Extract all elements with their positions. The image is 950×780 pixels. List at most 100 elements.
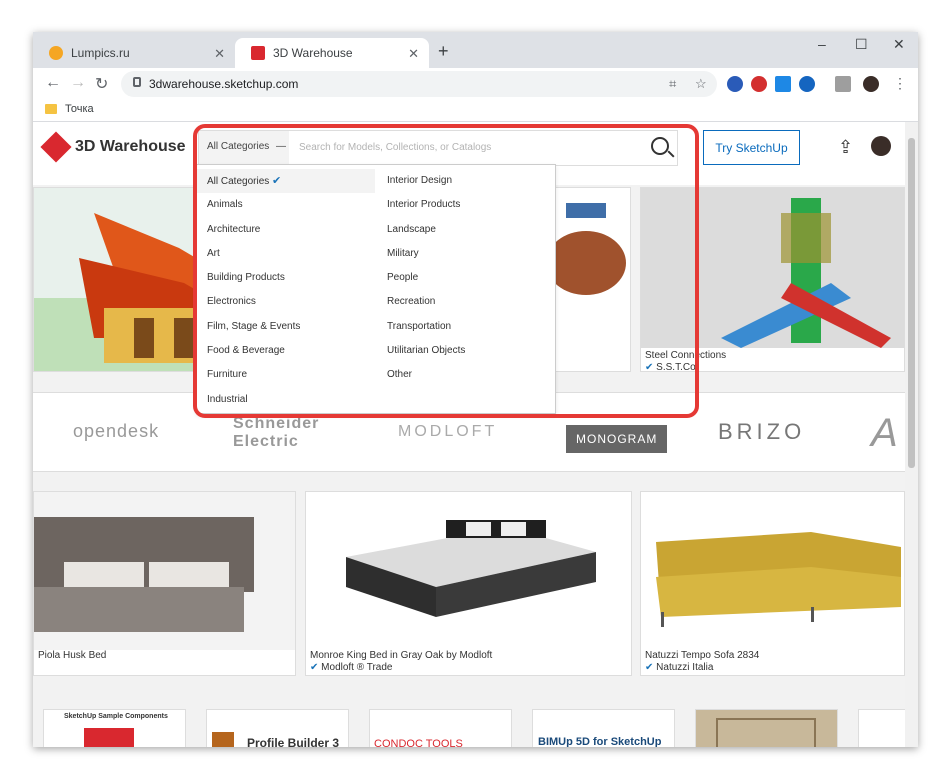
card-title[interactable]: Monroe King Bed in Gray Oak by Modloft [310, 650, 492, 661]
category-interior-products[interactable]: Interior Products [377, 193, 555, 217]
thumb-label: Profile Builder 3 [247, 736, 340, 747]
featured-card-partial[interactable] [556, 187, 631, 372]
reading-list-icon[interactable] [835, 76, 851, 92]
minimize-button[interactable]: – [818, 36, 826, 52]
collection-thumb-condoc[interactable]: CONDOC TOOLS [369, 709, 512, 747]
card-author[interactable]: ✔ Modloft ® Trade [310, 662, 392, 673]
profile-avatar[interactable] [863, 76, 879, 92]
thumb-label: BIMUp 5D for SketchUp [538, 736, 662, 747]
featured-card-steel[interactable]: Steel Connections ✔ S.S.T.Co [640, 187, 905, 372]
extension-play-icon[interactable] [775, 76, 791, 92]
url-text: 3dwarehouse.sketchup.com [149, 77, 299, 91]
card-title[interactable]: Steel Connections [645, 350, 726, 361]
collection-thumb-sample-components[interactable]: SketchUp Sample Components [43, 709, 186, 747]
collection-thumb-framing[interactable] [695, 709, 838, 747]
category-transportation[interactable]: Transportation [377, 315, 555, 339]
translate-icon[interactable]: ⌗ [669, 76, 676, 92]
category-utilitarian-objects[interactable]: Utilitarian Objects [377, 339, 555, 363]
maximize-button[interactable]: ☐ [855, 36, 868, 53]
tab-strip: Lumpics.ru ✕ 3D Warehouse ✕ + – ☐ ✕ [33, 32, 918, 68]
tab-title: Lumpics.ru [71, 46, 130, 60]
bed-image [34, 492, 295, 650]
card-title[interactable]: Piola Husk Bed [38, 650, 106, 661]
close-tab-icon[interactable]: ✕ [408, 46, 419, 62]
tab-lumpics[interactable]: Lumpics.ru ✕ [33, 38, 235, 68]
collection-thumb-profile-builder[interactable]: Profile Builder 3 [206, 709, 349, 747]
category-film-stage-events[interactable]: Film, Stage & Events [197, 315, 375, 339]
category-recreation[interactable]: Recreation [377, 290, 555, 314]
brand-schneider[interactable]: Schneider Electric [233, 415, 363, 451]
bed-image [306, 492, 631, 650]
category-other[interactable]: Other [377, 363, 555, 387]
category-column-2: Interior Design Interior Products Landsc… [377, 169, 555, 388]
category-all[interactable]: All Categories ✔ [197, 169, 375, 194]
thumb-label: SketchUp Sample Components [64, 713, 168, 720]
browser-window: Lumpics.ru ✕ 3D Warehouse ✕ + – ☐ ✕ ← → … [33, 32, 918, 747]
try-sketchup-button[interactable]: Try SketchUp [703, 130, 800, 165]
category-landscape[interactable]: Landscape [377, 218, 555, 242]
reload-button[interactable]: ↻ [95, 74, 108, 94]
card-author[interactable]: ✔ Natuzzi Italia [645, 662, 713, 673]
category-select-label: All Categories [207, 141, 270, 152]
sofa-image [641, 492, 904, 650]
model-thumbnail-image [556, 188, 630, 371]
collection-thumb-bimup[interactable]: BIMUp 5D for SketchUp [532, 709, 675, 747]
close-window-button[interactable]: ✕ [893, 36, 905, 53]
collection-thumb-partial[interactable] [858, 709, 905, 747]
brand-brizo[interactable]: BRIZO [718, 419, 805, 445]
bookmark-star-icon[interactable]: ☆ [695, 76, 707, 92]
extension-opera-icon[interactable] [751, 76, 767, 92]
thumb-label: CONDOC TOOLS [374, 738, 463, 747]
category-interior-design[interactable]: Interior Design [377, 169, 555, 193]
brand-opendesk[interactable]: opendesk [73, 421, 159, 442]
category-food-beverage[interactable]: Food & Beverage [197, 339, 375, 363]
category-building-products[interactable]: Building Products [197, 266, 375, 290]
page-scrollbar[interactable] [905, 122, 918, 747]
category-art[interactable]: Art [197, 242, 375, 266]
bookmarks-bar: Точка [33, 100, 918, 122]
category-industrial[interactable]: Industrial [197, 388, 375, 412]
category-military[interactable]: Military [377, 242, 555, 266]
product-card-monroe[interactable]: Monroe King Bed in Gray Oak by Modloft ✔… [305, 491, 632, 676]
category-electronics[interactable]: Electronics [197, 290, 375, 314]
lock-icon [133, 77, 141, 87]
search-input[interactable]: Search for Models, Collections, or Catal… [299, 142, 491, 153]
tab-3d-warehouse[interactable]: 3D Warehouse ✕ [235, 38, 429, 68]
menu-kebab-icon[interactable]: ⋮ [893, 75, 907, 92]
author-name: Modloft ® Trade [321, 662, 393, 673]
search-bar: All Categories — Search for Models, Coll… [198, 130, 678, 166]
site-logo[interactable]: 3D Warehouse [40, 131, 186, 163]
extension-globe-icon[interactable] [799, 76, 815, 92]
category-people[interactable]: People [377, 266, 555, 290]
brand-modloft[interactable]: MODLOFT [398, 423, 497, 441]
browser-toolbar: ← → ↻ 3dwarehouse.sketchup.com ⌗ ☆ ⋮ [33, 68, 918, 100]
brand-monogram[interactable]: MONOGRAM [566, 425, 668, 453]
brand-partial-logo[interactable]: A [871, 411, 899, 456]
category-furniture[interactable]: Furniture [197, 363, 375, 387]
card-title[interactable]: Natuzzi Tempo Sofa 2834 [645, 650, 759, 661]
user-avatar[interactable] [871, 136, 891, 156]
close-tab-icon[interactable]: ✕ [214, 46, 225, 62]
upload-icon[interactable]: ⇪ [838, 137, 853, 158]
bookmark-tochka[interactable]: Точка [65, 103, 94, 115]
forward-button[interactable]: → [70, 74, 86, 92]
back-button[interactable]: ← [45, 74, 61, 92]
card-author[interactable]: ✔ S.S.T.Co [645, 362, 696, 372]
check-icon: ✔ [272, 175, 282, 187]
category-label: All Categories [207, 176, 270, 187]
category-select[interactable]: All Categories — [199, 131, 289, 165]
lumpics-favicon-icon [49, 46, 63, 60]
product-card-natuzzi[interactable]: Natuzzi Tempo Sofa 2834 ✔ Natuzzi Italia [640, 491, 905, 676]
new-tab-button[interactable]: + [438, 41, 449, 62]
category-architecture[interactable]: Architecture [197, 218, 375, 242]
scrollbar-thumb[interactable] [908, 138, 915, 468]
category-animals[interactable]: Animals [197, 193, 375, 217]
verified-check-icon: ✔ [645, 362, 654, 372]
sketchup-logo-icon [84, 728, 134, 747]
extension-gear-icon[interactable] [727, 76, 743, 92]
address-bar[interactable]: 3dwarehouse.sketchup.com ⌗ ☆ [121, 71, 717, 97]
verified-check-icon: ✔ [645, 662, 654, 673]
search-icon[interactable] [651, 137, 669, 155]
product-card-piola[interactable]: Piola Husk Bed [33, 491, 296, 676]
verified-check-icon: ✔ [310, 662, 319, 673]
